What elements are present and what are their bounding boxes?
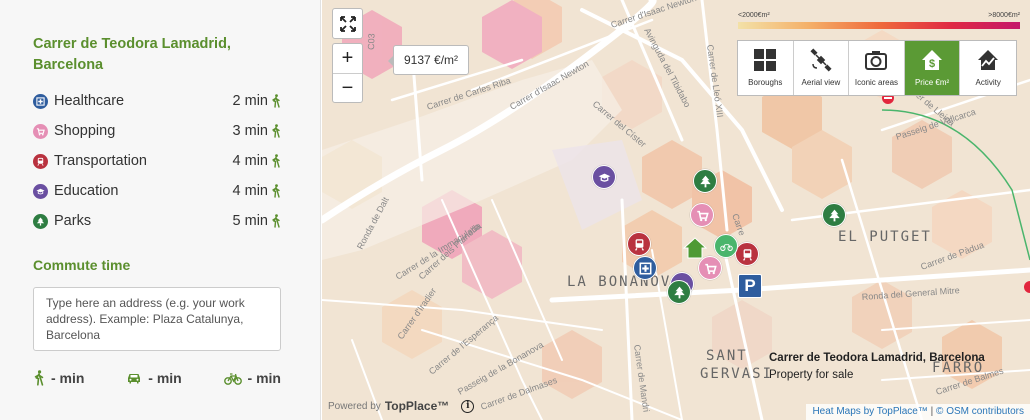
- layer-label: Aerial view: [801, 78, 841, 87]
- layer-boroughs[interactable]: Boroughs: [738, 41, 794, 95]
- svg-text:$: $: [929, 58, 935, 70]
- info-icon[interactable]: i: [461, 399, 475, 413]
- park-poi-icon[interactable]: [822, 203, 846, 227]
- neighbourhood-label: GERVASI: [700, 366, 773, 382]
- map-attribution: Heat Maps by TopPlace™ | © OSM contribut…: [806, 404, 1030, 420]
- walking-icon: [272, 94, 280, 108]
- camera-icon: [865, 51, 888, 70]
- price-heat-map[interactable]: Carrer d'Isaac Newton Carrer de Carles R…: [322, 0, 1030, 420]
- street-label: C03: [366, 33, 377, 50]
- amenity-label: Shopping: [54, 123, 116, 139]
- satellite-icon: [810, 48, 832, 72]
- zoom-control: + −: [332, 43, 363, 103]
- amenity-label: Transportation: [54, 153, 147, 169]
- attribution-separator: |: [930, 406, 934, 417]
- park-poi-icon[interactable]: [667, 280, 691, 304]
- neighbourhood-label: LA BONANOVA: [567, 274, 682, 290]
- layer-label: Activity: [975, 78, 1001, 87]
- amenity-time: 2 min: [232, 93, 268, 109]
- property-info-subtitle: Property for sale: [769, 369, 854, 381]
- zoom-in-button[interactable]: +: [333, 44, 362, 73]
- zoom-out-button[interactable]: −: [333, 73, 362, 102]
- amenity-label: Parks: [54, 213, 92, 229]
- amenity-time: 4 min: [232, 153, 268, 169]
- walking-icon: [272, 214, 280, 228]
- car-icon: [128, 374, 141, 384]
- heatmaps-link[interactable]: Heat Maps by TopPlace™: [812, 406, 927, 417]
- powered-by: Powered by TopPlace™ i: [328, 396, 475, 416]
- commute-walk-value: - min: [51, 370, 85, 386]
- grid-icon: [754, 49, 777, 71]
- price-legend: <2000€m² >8000€m²: [738, 12, 1020, 29]
- neighbourhood-label: SANT: [706, 348, 748, 364]
- commute-time-title: Commute time: [33, 257, 131, 273]
- commute-walk: - min: [33, 370, 84, 386]
- education-poi-icon[interactable]: [592, 165, 616, 189]
- layer-activity[interactable]: Activity: [960, 41, 1016, 95]
- walking-icon: [272, 184, 280, 198]
- train-icon: [33, 153, 48, 169]
- healthcare-poi-icon[interactable]: [633, 256, 657, 280]
- topplace-logo: TopPlace™: [384, 399, 450, 413]
- fullscreen-button[interactable]: [332, 8, 363, 39]
- layer-label: Price €m²: [914, 78, 950, 87]
- commute-bike: - min: [223, 370, 281, 386]
- transport-poi-icon[interactable]: [735, 242, 759, 266]
- graduation-cap-icon: [33, 183, 48, 199]
- amenity-label: Education: [54, 183, 119, 199]
- legend-min: <2000€m²: [738, 12, 770, 19]
- amenity-row-healthcare: Healthcare 2 min: [33, 91, 281, 111]
- tree-icon: [33, 213, 48, 229]
- layer-aerial-view[interactable]: Aerial view: [794, 41, 850, 95]
- shopping-poi-icon[interactable]: [690, 203, 714, 227]
- amenity-time: 3 min: [232, 123, 268, 139]
- healthcare-icon: [33, 93, 48, 109]
- osm-link[interactable]: © OSM contributors: [936, 406, 1024, 417]
- amenity-row-shopping: Shopping 3 min: [33, 121, 281, 141]
- price-house-icon: $: [922, 50, 943, 70]
- amenities-panel: Carrer de Teodora Lamadrid, Barcelona He…: [0, 0, 321, 420]
- amenity-row-transportation: Transportation 4 min: [33, 151, 281, 171]
- shopping-cart-icon: [33, 123, 48, 139]
- property-address: Carrer de Teodora Lamadrid, Barcelona: [33, 36, 231, 73]
- commute-modes: - min - min - min: [33, 368, 281, 388]
- commute-car: - min: [126, 370, 182, 386]
- legend-max: >8000€m²: [988, 12, 1020, 19]
- amenity-label: Healthcare: [54, 93, 125, 109]
- bike-poi-icon[interactable]: [714, 234, 738, 258]
- property-info-title: Carrer de Teodora Lamadrid, Barcelona: [769, 352, 985, 364]
- layer-iconic-areas[interactable]: Iconic areas: [849, 41, 905, 95]
- property-house-icon[interactable]: [683, 237, 707, 259]
- property-info: Carrer de Teodora Lamadrid, Barcelona Pr…: [769, 350, 1009, 384]
- shopping-poi-icon[interactable]: [698, 256, 722, 280]
- legend-gradient: [738, 22, 1020, 29]
- bicycle-icon: [223, 372, 242, 385]
- layer-label: Iconic areas: [854, 78, 899, 87]
- walking-icon: [34, 370, 44, 386]
- amenity-row-parks: Parks 5 min: [33, 211, 281, 231]
- park-poi-icon[interactable]: [693, 169, 717, 193]
- powered-label: Powered by: [328, 400, 381, 412]
- layer-switcher: Boroughs Aerial view Iconic areas $ Pric…: [737, 40, 1017, 96]
- commute-bike-value: - min: [247, 370, 281, 386]
- parking-icon[interactable]: P: [738, 274, 762, 298]
- walking-icon: [272, 124, 280, 138]
- activity-house-icon: [978, 50, 999, 70]
- commute-address-input[interactable]: [33, 287, 281, 351]
- walking-icon: [272, 154, 280, 168]
- amenity-row-education: Education 4 min: [33, 181, 281, 201]
- transport-poi-icon[interactable]: [627, 232, 651, 256]
- amenity-time: 4 min: [232, 183, 268, 199]
- commute-car-value: - min: [148, 370, 182, 386]
- price-tooltip: 9137 €/m²: [388, 45, 469, 75]
- amenity-time: 5 min: [232, 213, 268, 229]
- layer-price[interactable]: $ Price €m²: [904, 41, 961, 95]
- neighbourhood-label: EL PUTGET: [838, 229, 932, 245]
- fullscreen-icon[interactable]: [333, 9, 362, 38]
- layer-label: Boroughs: [748, 78, 783, 87]
